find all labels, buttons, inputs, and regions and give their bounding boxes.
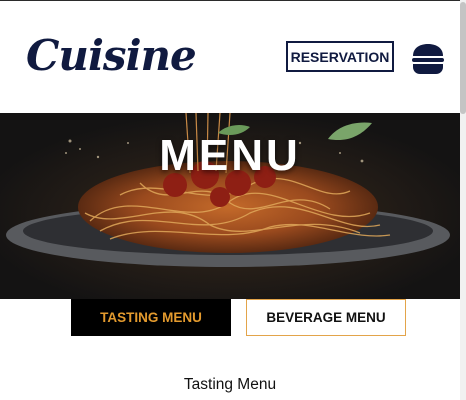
scrollbar-thumb[interactable] [460, 2, 466, 114]
logo[interactable]: Cuisine [26, 31, 197, 80]
tab-beverage-menu[interactable]: BEVERAGE MENU [246, 299, 406, 336]
hero-banner: MENU [0, 113, 460, 299]
hero-title: MENU [159, 131, 301, 180]
tab-tasting-menu[interactable]: TASTING MENU [71, 299, 231, 336]
hamburger-icon[interactable] [410, 43, 446, 75]
site-header: Cuisine RESERVATION [0, 1, 460, 113]
reservation-button[interactable]: RESERVATION [286, 41, 394, 72]
scrollbar-track[interactable] [460, 0, 466, 400]
section-heading: Tasting Menu [183, 376, 277, 393]
